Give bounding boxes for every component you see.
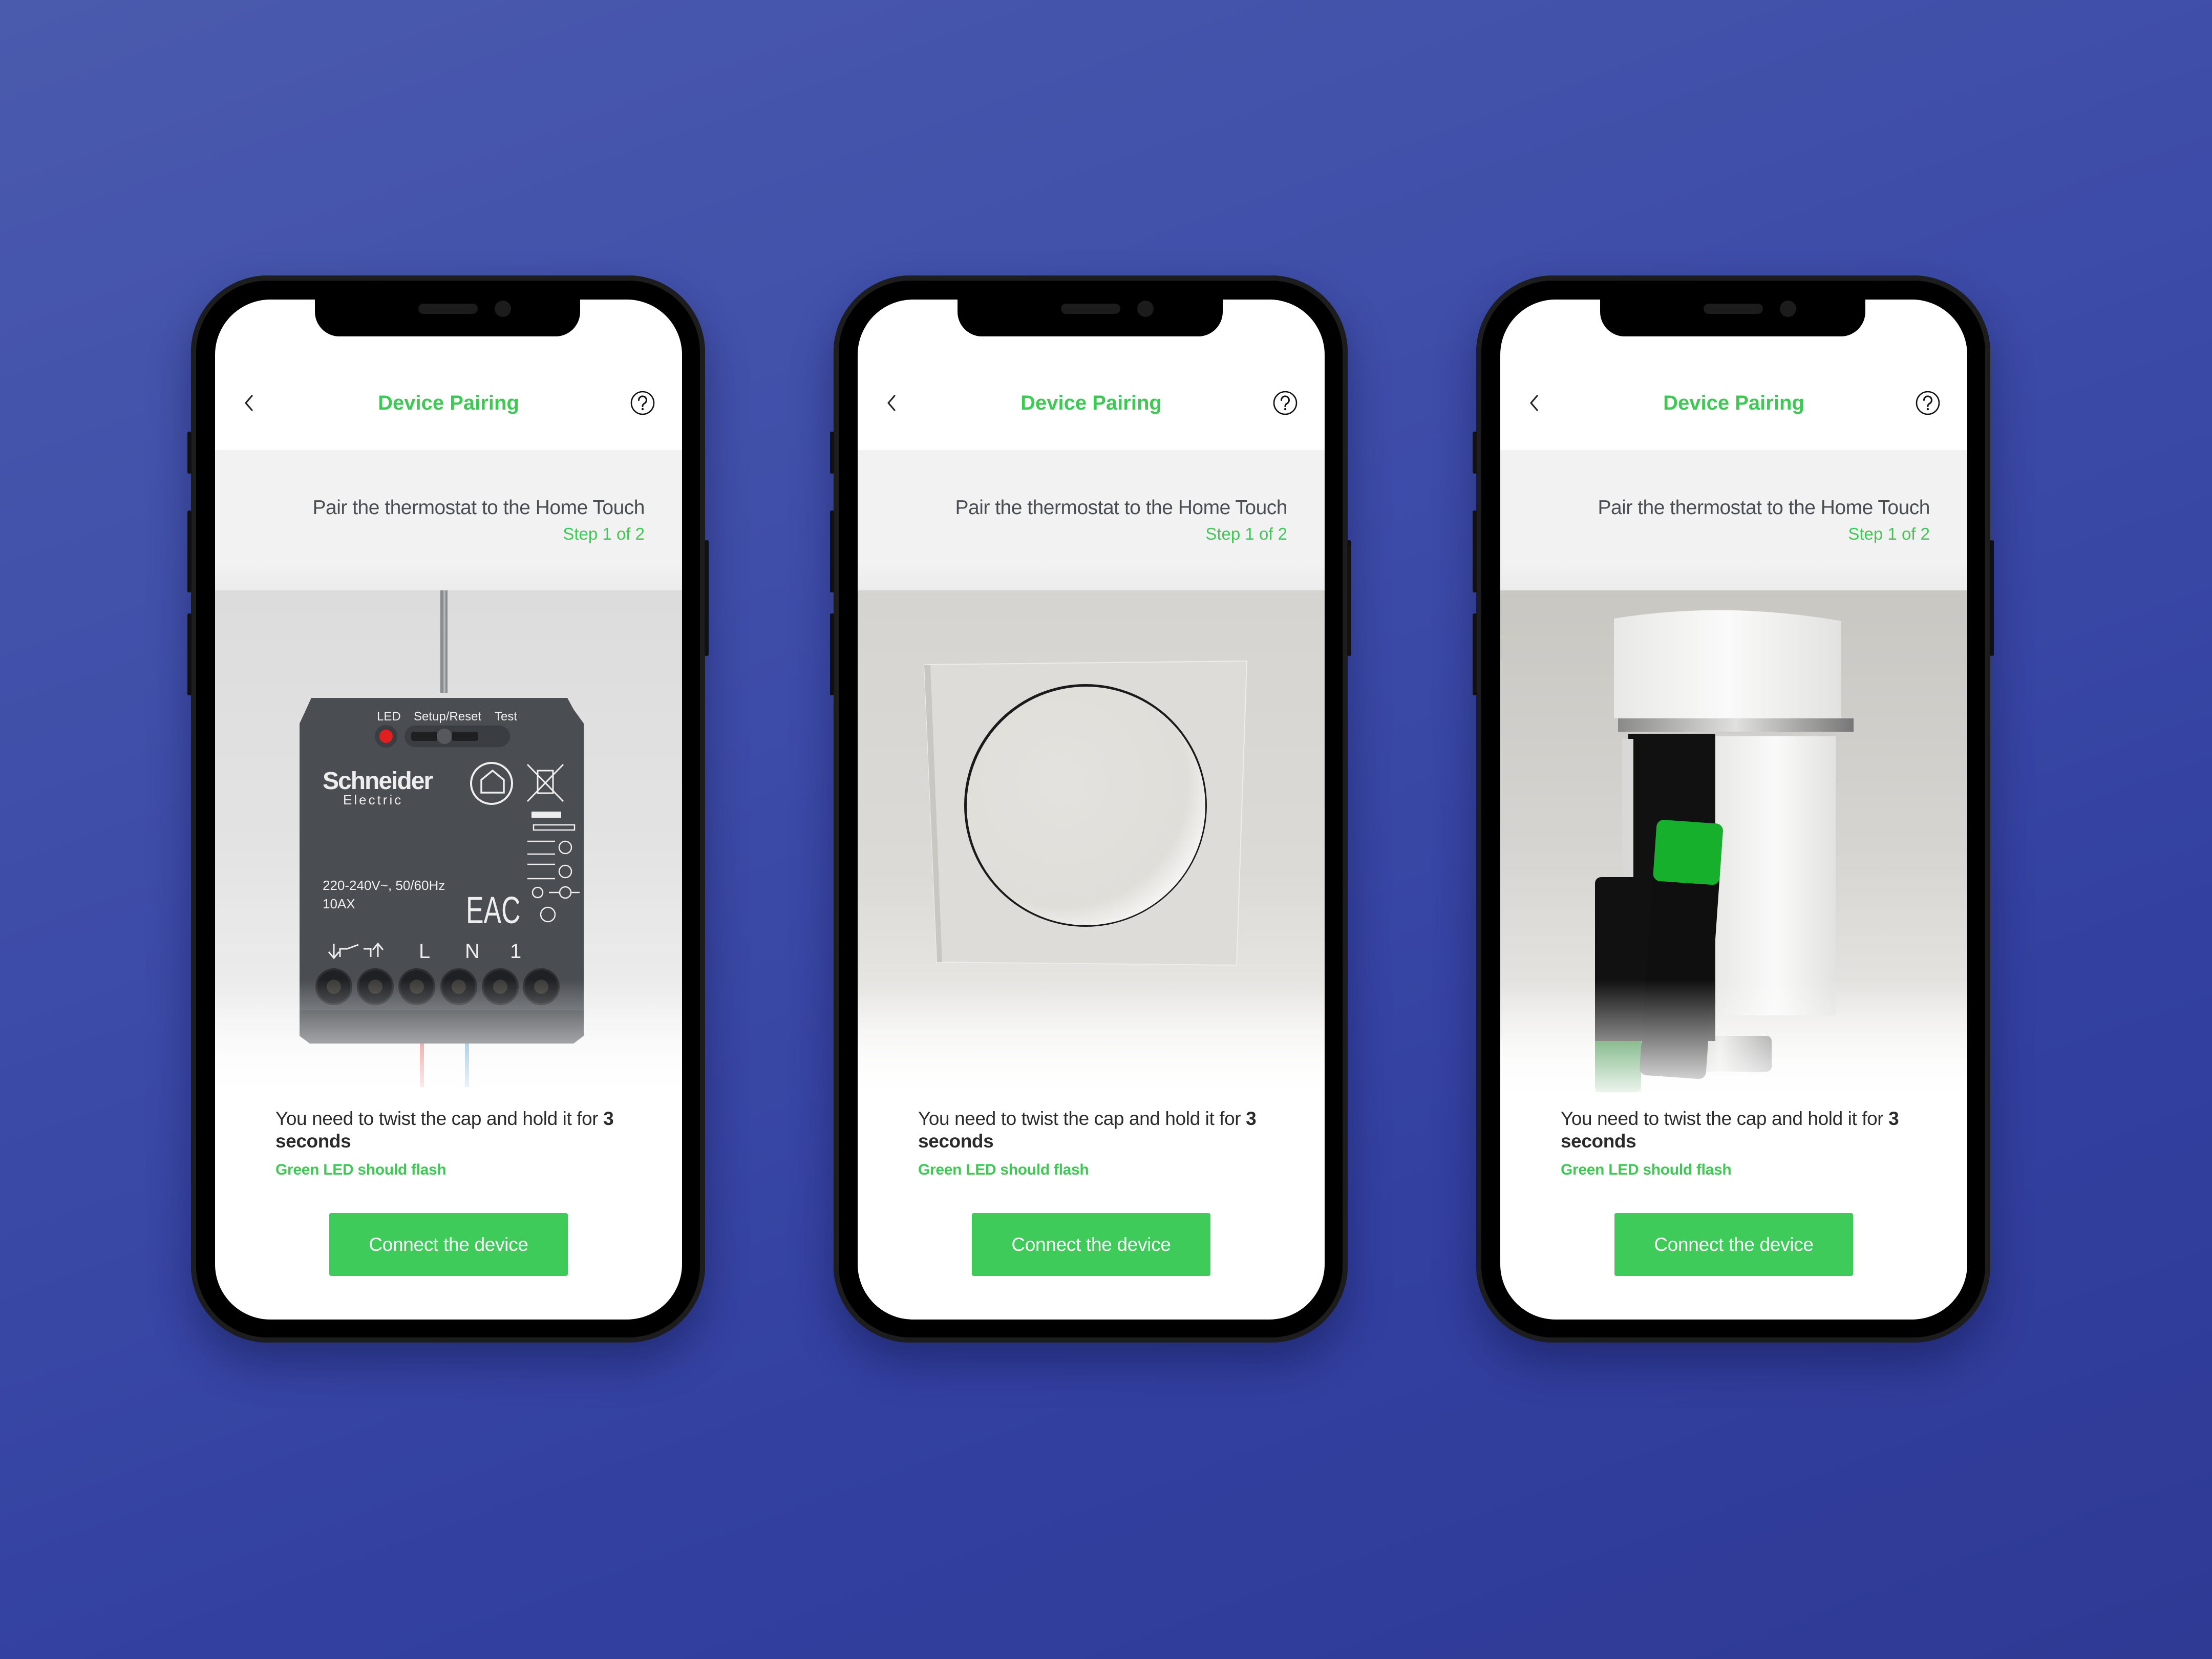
mute-switch xyxy=(187,432,192,474)
volume-down-button xyxy=(830,613,834,695)
page-title: Device Pairing xyxy=(1663,392,1804,414)
phone-mockup-3: Device Pairing Pair the thermostat to th… xyxy=(1473,275,1994,1343)
pairing-heading: Pair the thermostat to the Home Touch xyxy=(955,497,1288,519)
wire-blue xyxy=(465,1010,469,1087)
front-camera xyxy=(1137,301,1154,317)
voltage-rating: 220-240V~, 50/60Hz xyxy=(323,878,445,893)
device-illustration xyxy=(1500,590,1967,1102)
speaker-grille xyxy=(1061,304,1120,314)
front-camera xyxy=(1780,301,1796,317)
brand-logo-sub: Electric xyxy=(343,792,403,807)
page-title: Device Pairing xyxy=(378,392,519,414)
led-hint: Green LED should flash xyxy=(918,1161,1089,1178)
pairing-heading: Pair the thermostat to the Home Touch xyxy=(1598,497,1930,519)
help-button[interactable] xyxy=(1915,390,1941,416)
instruction-header: Pair the thermostat to the Home Touch St… xyxy=(215,450,682,590)
instruction-text: You need to twist the cap and hold it fo… xyxy=(275,1108,634,1153)
eac-mark: EAC xyxy=(466,889,520,931)
brand-logo: Schneider xyxy=(323,768,433,795)
connect-device-button[interactable]: Connect the device xyxy=(329,1213,568,1276)
instruction-text-main: You need to twist the cap and hold it fo… xyxy=(1561,1108,1889,1129)
led-hint: Green LED should flash xyxy=(1561,1161,1732,1178)
page-title: Device Pairing xyxy=(1020,392,1162,414)
power-button xyxy=(1347,540,1351,656)
step-indicator: Step 1 of 2 xyxy=(1848,524,1930,543)
step-indicator: Step 1 of 2 xyxy=(563,524,645,543)
question-circle-icon xyxy=(1273,391,1298,415)
instruction-text-main: You need to twist the cap and hold it fo… xyxy=(918,1108,1246,1129)
volume-up-button xyxy=(1473,511,1477,592)
device-illustration xyxy=(858,590,1325,1102)
volume-down-button xyxy=(1473,613,1477,695)
mute-switch xyxy=(830,432,834,474)
power-button xyxy=(705,540,709,656)
notch xyxy=(1600,300,1865,336)
phone-screen: Device Pairing Pair the thermostat to th… xyxy=(1500,300,1967,1320)
connect-device-button[interactable]: Connect the device xyxy=(1614,1213,1853,1276)
mute-switch xyxy=(1473,432,1477,474)
nav-bar: Device Pairing xyxy=(1500,336,1967,450)
question-circle-icon xyxy=(630,391,655,415)
phone-mockup-2: Device Pairing Pair the thermostat to th… xyxy=(830,275,1351,1343)
nav-bar: Device Pairing xyxy=(858,336,1325,450)
instruction-header: Pair the thermostat to the Home Touch St… xyxy=(1500,450,1967,590)
micro-module-image: LED Setup/Reset Test Schneider Electric xyxy=(300,590,584,1087)
notch xyxy=(315,300,580,336)
module-label-setup: Setup/Reset xyxy=(414,710,481,724)
module-label-test: Test xyxy=(495,710,517,724)
speaker-grille xyxy=(418,304,478,314)
nav-bar: Device Pairing xyxy=(215,336,682,450)
pairing-heading: Pair the thermostat to the Home Touch xyxy=(312,497,645,519)
instruction-text: You need to twist the cap and hold it fo… xyxy=(918,1108,1277,1153)
radiator-thermostat-image xyxy=(1595,610,1854,1092)
terminal-label-1: 1 xyxy=(510,940,521,963)
led-hint: Green LED should flash xyxy=(275,1161,446,1178)
phone-screen: Device Pairing Pair the thermostat to th… xyxy=(858,300,1325,1320)
thermostat-cap xyxy=(1614,610,1841,718)
module-body xyxy=(300,698,584,1044)
instruction-text-main: You need to twist the cap and hold it fo… xyxy=(275,1108,604,1129)
help-button[interactable] xyxy=(1272,390,1298,416)
help-button[interactable] xyxy=(630,390,655,416)
speaker-grille xyxy=(1704,304,1763,314)
power-button xyxy=(1990,540,1994,656)
battery-1 xyxy=(1595,877,1641,1092)
terminal-label-l: L xyxy=(419,940,430,963)
phone-mockup-1: Device Pairing Pair the thermostat to th… xyxy=(187,275,709,1343)
battery-cover xyxy=(1715,736,1836,1015)
current-rating: 10AX xyxy=(323,896,355,911)
front-camera xyxy=(495,301,511,317)
terminal-label-n: N xyxy=(465,940,480,963)
wire-red xyxy=(420,1010,424,1087)
connect-device-button[interactable]: Connect the device xyxy=(972,1213,1210,1276)
module-label-led: LED xyxy=(377,710,401,724)
device-illustration: LED Setup/Reset Test Schneider Electric xyxy=(215,590,682,1102)
rotary-dial[interactable] xyxy=(967,687,1205,925)
rotary-thermostat-image xyxy=(923,660,1248,966)
phone-screen: Device Pairing Pair the thermostat to th… xyxy=(215,300,682,1320)
led-indicator xyxy=(379,730,393,743)
instruction-text: You need to twist the cap and hold it fo… xyxy=(1561,1108,1919,1153)
step-indicator: Step 1 of 2 xyxy=(1205,524,1287,543)
instruction-header: Pair the thermostat to the Home Touch St… xyxy=(858,450,1325,590)
volume-down-button xyxy=(187,613,192,695)
volume-up-button xyxy=(187,511,192,592)
mounting-ring xyxy=(1669,1036,1772,1072)
notch xyxy=(958,300,1223,336)
volume-up-button xyxy=(830,511,834,592)
question-circle-icon xyxy=(1916,391,1940,415)
